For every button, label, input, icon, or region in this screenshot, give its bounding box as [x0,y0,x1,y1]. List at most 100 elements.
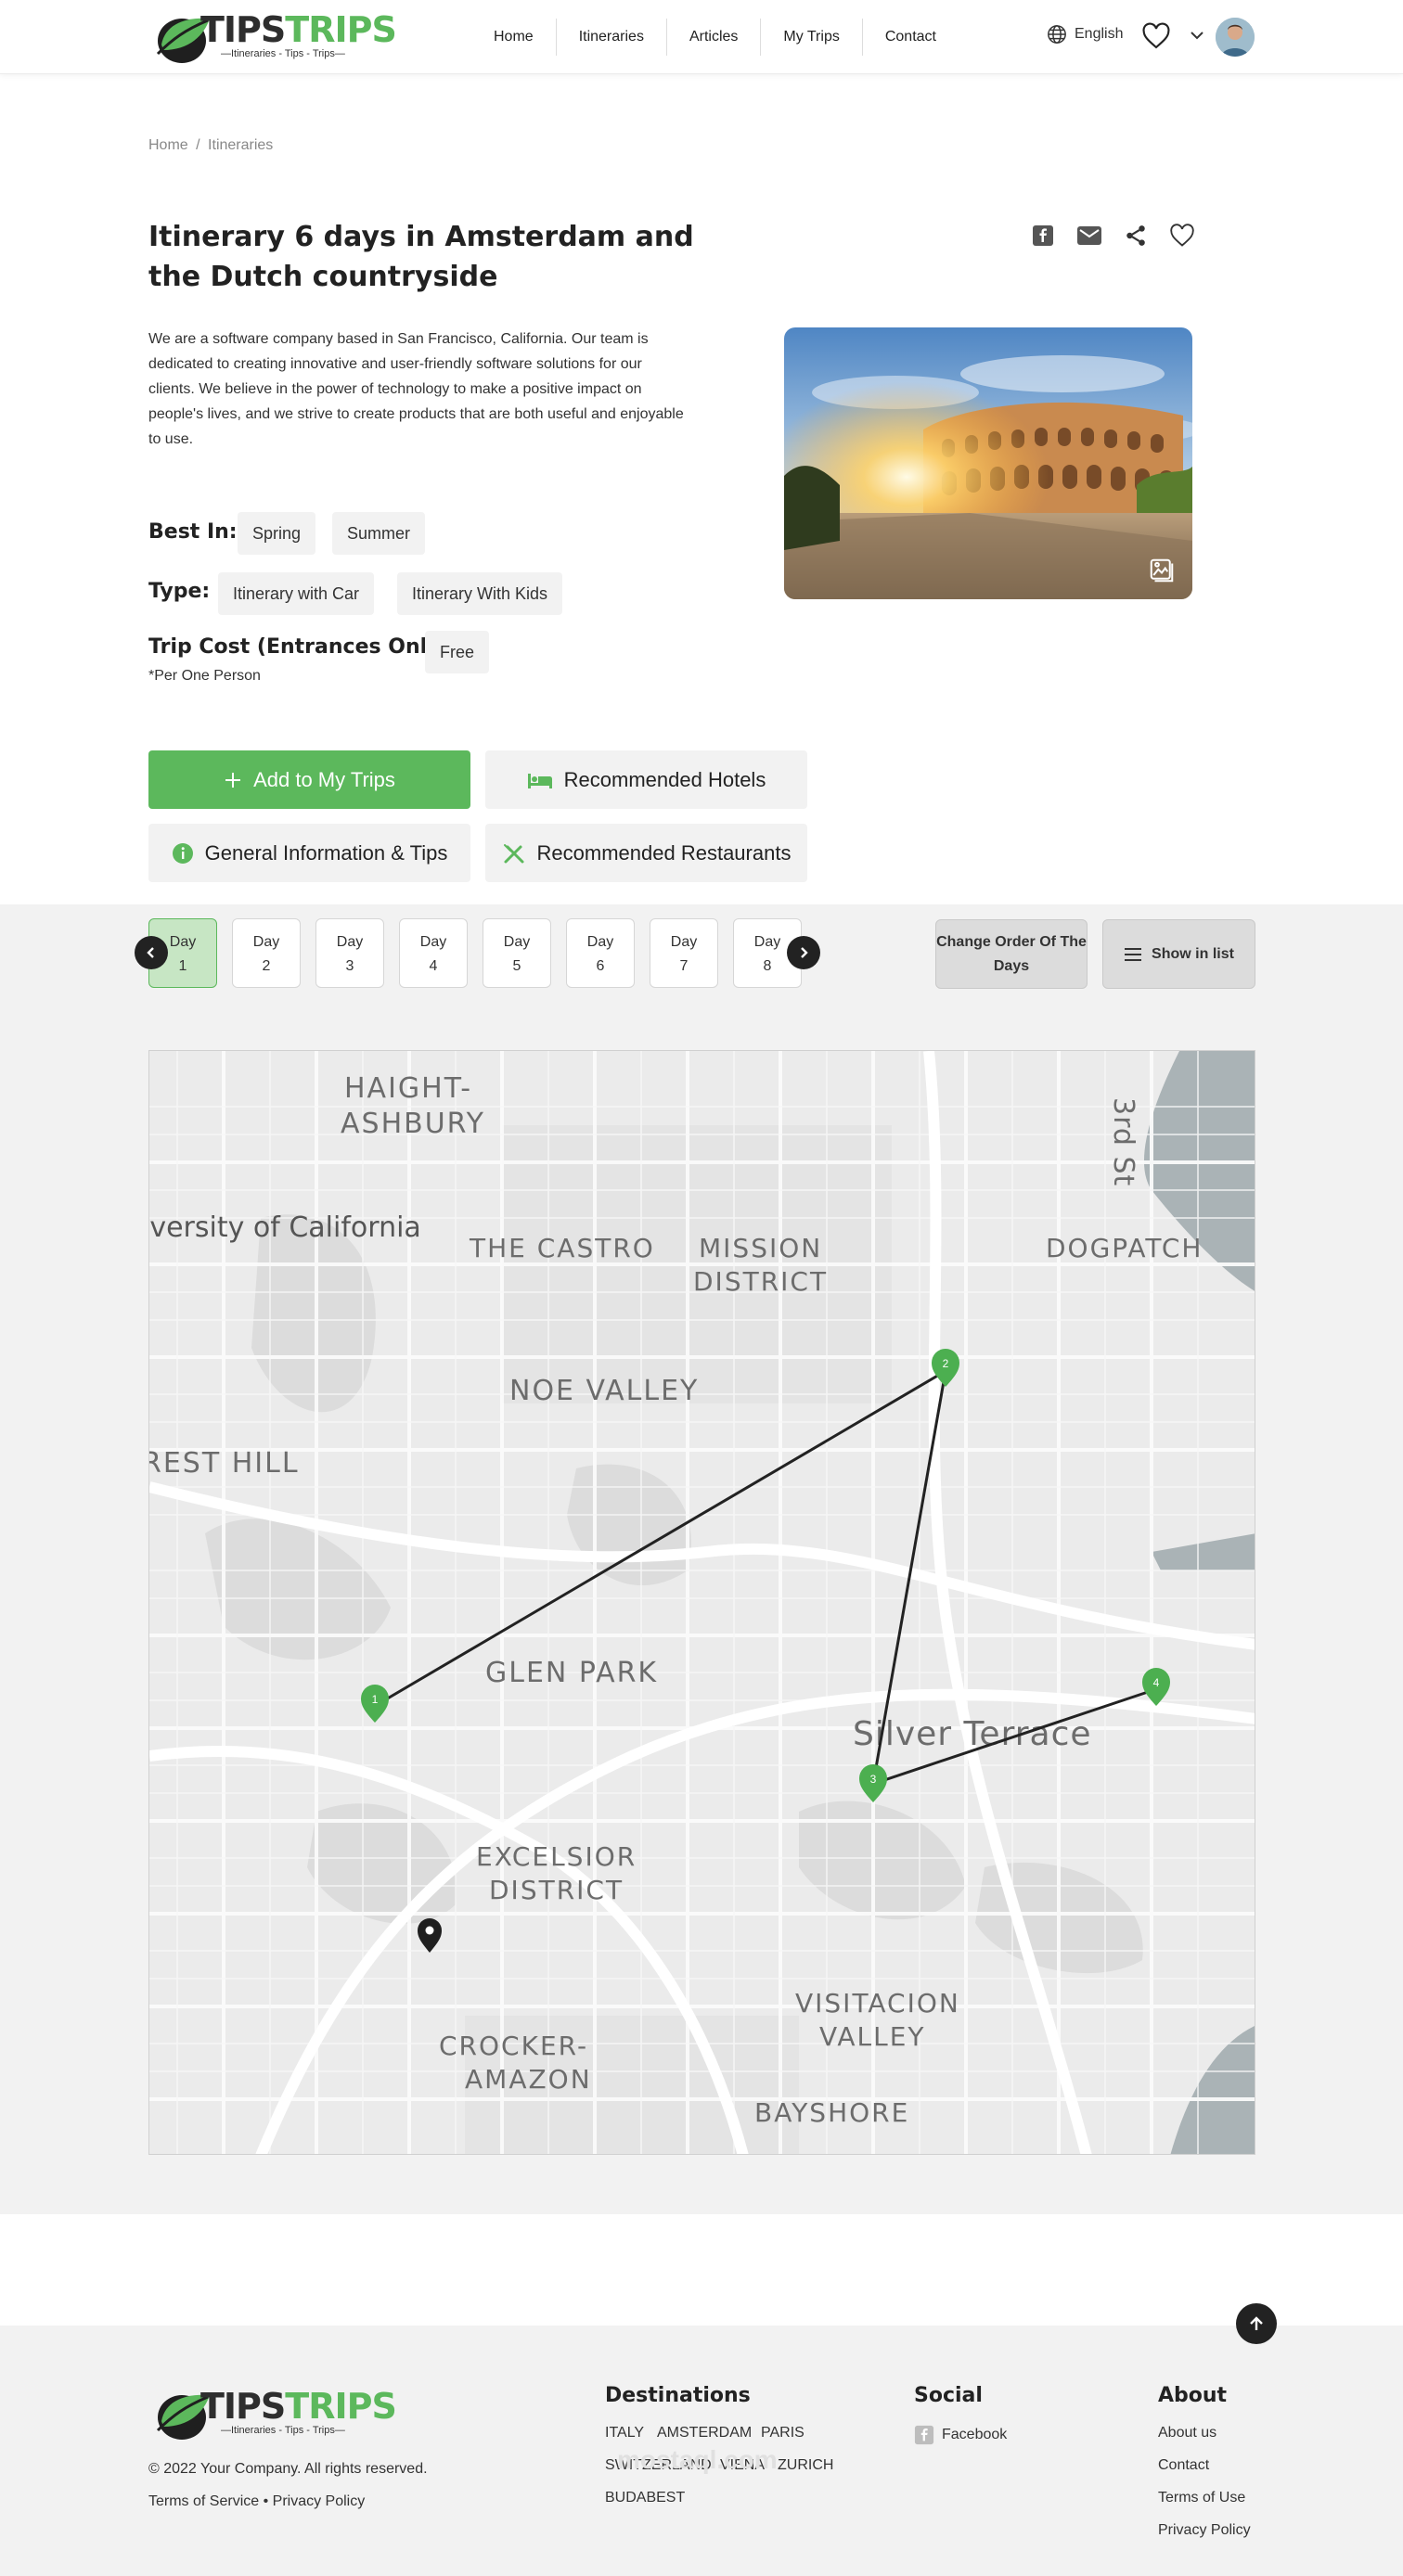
footer-destination-link[interactable]: ITALY [605,2425,644,2441]
nav-home[interactable]: Home [471,19,557,56]
trip-cost-label: Trip Cost (Entrances Only): [148,635,458,659]
logo-text: TIPSTRIPS [200,2386,397,2427]
add-to-my-trips-button[interactable]: Add to My Trips [148,750,470,809]
footer-terms-of-use-link[interactable]: Terms of Use [1158,2490,1245,2506]
map-marker-label: 2 [943,1357,949,1370]
nav-articles[interactable]: Articles [667,19,762,56]
day-chip-label: Day [586,934,614,950]
logo-text: TIPSTRIPS [200,9,397,50]
day-chip-label: Day [169,934,197,950]
day-chip-number: 3 [345,958,354,974]
best-in-label: Best In: [148,520,238,544]
show-in-list-label: Show in list [1152,945,1234,962]
map-label: BAYSHORE [754,2097,909,2128]
site-logo[interactable]: TIPSTRIPS —Itineraries - Tips - Trips— [148,6,397,65]
map-label: Silver Terrace [853,1715,1092,1753]
day-chip-7[interactable]: Day 7 [650,918,718,988]
map-label: ASHBURY [341,1108,485,1140]
user-avatar[interactable] [1216,18,1255,57]
footer-logo[interactable]: TIPSTRIPS —Itineraries - Tips - Trips— [148,2382,397,2441]
nav-itineraries[interactable]: Itineraries [557,19,667,56]
cutlery-icon [503,843,524,863]
day-chip-5[interactable]: Day 5 [483,918,551,988]
map-label: iversity of California [149,1211,421,1244]
gallery-icon[interactable] [1148,557,1176,584]
day-chip-4[interactable]: Day 4 [399,918,468,988]
itinerary-description: We are a software company based in San F… [148,331,684,447]
bed-icon [527,773,552,788]
map-label: NOE VALLEY [509,1375,699,1407]
info-icon [172,842,193,864]
itinerary-map[interactable]: HAIGHT- ASHBURY iversity of California T… [148,1050,1255,2155]
day-chip-number: 7 [679,958,689,974]
facebook-share-icon[interactable] [1030,223,1056,249]
general-info-tips-button[interactable]: General Information & Tips [148,824,470,882]
change-order-days-button[interactable]: Change Order Of The Days [935,919,1088,989]
footer-destination-link[interactable]: PARIS [761,2425,804,2441]
favorites-heart-icon[interactable] [1141,22,1171,50]
footer-destination-link[interactable]: AMSTERDAM [657,2425,752,2441]
map-label: VISITACION [795,1988,960,2019]
show-in-list-button[interactable]: Show in list [1102,919,1255,989]
footer-about-us-link[interactable]: About us [1158,2425,1216,2441]
language-selector[interactable]: English [1047,24,1123,45]
recommended-hotels-button[interactable]: Recommended Hotels [485,750,807,809]
map-label: MISSION [699,1233,822,1263]
map-label: EXCELSIOR [476,1841,637,1872]
add-to-my-trips-label: Add to My Trips [253,767,395,791]
nav-contact[interactable]: Contact [863,19,959,56]
day-selector: Day 1 Day 2 Day 3 Day 4 Day 5 Day 6 Day 7 Day 8 [148,918,805,991]
itinerary-hero-image[interactable] [784,327,1192,599]
footer-destination-link[interactable]: ZURICH [778,2457,833,2474]
day-chip-label: Day [252,934,280,950]
site-header: TIPSTRIPS —Itineraries - Tips - Trips— H… [0,0,1403,74]
footer-privacy-link[interactable]: Privacy Policy [273,2493,366,2509]
footer-contact-link[interactable]: Contact [1158,2457,1209,2474]
days-next-arrow[interactable] [787,936,820,969]
day-chip-number: 2 [262,958,271,974]
day-chip-3[interactable]: Day 3 [315,918,384,988]
footer-facebook-link[interactable]: Facebook [914,2425,1007,2445]
footer-destination-link[interactable]: BUDABEST [605,2490,685,2506]
footer-privacy-policy-link[interactable]: Privacy Policy [1158,2522,1251,2539]
day-chip-6[interactable]: Day 6 [566,918,635,988]
share-toolbar [1030,223,1195,249]
day-chip-2[interactable]: Day 2 [232,918,301,988]
map-label: DISTRICT [489,1875,624,1905]
breadcrumb: Home / Itineraries [148,137,273,154]
footer-legal-links: Terms of Service • Privacy Policy [148,2493,365,2510]
email-share-icon[interactable] [1076,223,1102,249]
map-label: CROCKER- [439,2031,588,2061]
days-prev-arrow[interactable] [135,936,168,969]
globe-icon [1048,25,1066,44]
day-chip-label: Day [503,934,531,950]
share-icon[interactable] [1123,223,1149,249]
map-label: THE CASTRO [469,1233,655,1263]
chevron-down-icon[interactable] [1190,30,1204,41]
trip-cost-value: Free [425,631,490,673]
nav-my-trips[interactable]: My Trips [761,19,863,56]
map-label: GLEN PARK [485,1657,658,1689]
list-icon [1125,947,1142,961]
breadcrumb-current[interactable]: Itineraries [208,137,273,153]
plus-icon [225,772,241,788]
map-label: DOGPATCH [1046,1233,1203,1263]
day-chip-label: Day [670,934,698,950]
type-label: Type: [148,580,211,603]
footer-facebook-label: Facebook [942,2427,1008,2442]
day-chip-number: 5 [512,958,521,974]
back-to-top-button[interactable] [1236,2303,1277,2344]
day-chip-number: 1 [178,958,187,974]
map-marker-label: 1 [372,1693,379,1706]
map-label: HAIGHT- [344,1072,472,1105]
footer-destinations-heading: Destinations [605,2384,751,2407]
map-marker-label: 3 [870,1773,877,1786]
footer-terms-link[interactable]: Terms of Service [148,2493,259,2509]
map-label: REST HILL [149,1447,300,1480]
favorite-heart-icon[interactable] [1169,223,1195,249]
facebook-icon [914,2425,934,2445]
logo-tagline: —Itineraries - Tips - Trips— [221,2425,345,2436]
recommended-restaurants-button[interactable]: Recommended Restaurants [485,824,807,882]
breadcrumb-home[interactable]: Home [148,137,188,153]
chevron-left-icon [147,947,154,958]
